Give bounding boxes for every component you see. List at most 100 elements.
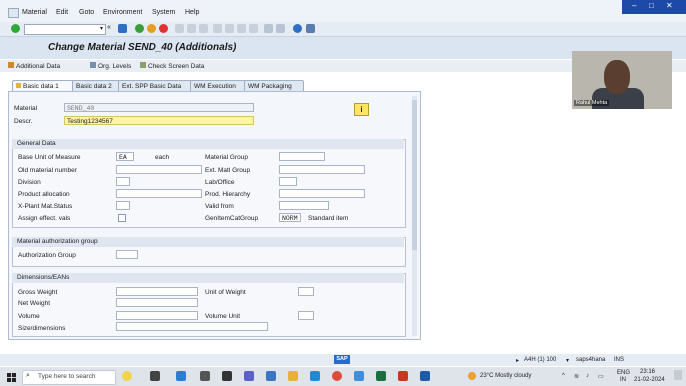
clock-time[interactable]: 23:16: [640, 369, 655, 375]
menu-material[interactable]: Material: [22, 9, 47, 16]
org-levels-icon: [90, 62, 96, 68]
product-allocation-input[interactable]: [116, 189, 202, 198]
ext-matl-group-input[interactable]: [279, 165, 365, 174]
help-icon[interactable]: [293, 24, 302, 33]
descr-label: Descr.: [14, 118, 33, 125]
tab-label: WM Execution: [194, 83, 236, 90]
lab-office-label: Lab/Office: [205, 179, 235, 186]
menu-edit[interactable]: Edit: [56, 9, 68, 16]
info-icon[interactable]: i: [354, 103, 369, 116]
save-icon[interactable]: [118, 24, 127, 33]
tab-status-icon: [16, 83, 21, 88]
exit-icon[interactable]: [147, 24, 156, 33]
app-icon-3[interactable]: [266, 371, 276, 381]
menu-goto[interactable]: Goto: [79, 9, 94, 16]
find-icon[interactable]: [187, 24, 196, 33]
base-uom-label: Base Unit of Measure: [18, 154, 81, 161]
gen-item-cat-input[interactable]: NORM: [279, 213, 301, 222]
volume-icon[interactable]: ♪: [586, 373, 589, 379]
scrollbar-thumb[interactable]: [412, 100, 417, 250]
check-screen-data-button[interactable]: Check Screen Data: [140, 62, 204, 70]
weather-text[interactable]: 23°C Mostly cloudy: [480, 373, 531, 379]
prod-hierarchy-input[interactable]: [279, 189, 365, 198]
status-dropdown-icon[interactable]: ▾: [566, 357, 569, 364]
auth-group-input[interactable]: [116, 250, 138, 259]
windows-start-icon[interactable]: [7, 373, 16, 382]
wifi-icon[interactable]: ≋: [574, 373, 579, 380]
valid-from-label: Valid from: [205, 203, 234, 210]
first-page-icon[interactable]: [213, 24, 222, 33]
unit-of-weight-input[interactable]: [298, 287, 314, 296]
sap-gui-icon[interactable]: [420, 371, 430, 381]
volume-input[interactable]: [116, 311, 198, 320]
gross-weight-label: Gross Weight: [18, 289, 58, 296]
cancel-icon[interactable]: [159, 24, 168, 33]
command-expand-icon[interactable]: «: [107, 24, 111, 31]
menu-system[interactable]: System: [152, 9, 175, 16]
lab-office-input[interactable]: [279, 177, 297, 186]
close-icon[interactable]: ✕: [666, 1, 673, 10]
gen-item-cat-label: GenItemCatGroup: [205, 215, 259, 222]
check-icon: [140, 62, 146, 68]
last-page-icon[interactable]: [249, 24, 258, 33]
org-levels-button[interactable]: Org. Levels: [90, 62, 131, 70]
excel-icon[interactable]: [376, 371, 386, 381]
widget-icon[interactable]: [122, 371, 132, 381]
material-field: SEND_40: [64, 103, 254, 112]
prod-hierarchy-label: Prod. Hierarchy: [205, 191, 251, 198]
division-input[interactable]: [116, 177, 130, 186]
window-controls: – □ ✕: [622, 0, 686, 14]
status-triangle-icon[interactable]: ▸: [516, 357, 519, 364]
print-icon[interactable]: [175, 24, 184, 33]
sap-menu-icon[interactable]: [8, 8, 19, 18]
description-input[interactable]: Testing1234567: [64, 116, 254, 125]
material-group-input[interactable]: [279, 152, 325, 161]
volume-unit-input[interactable]: [298, 311, 314, 320]
powerpoint-icon[interactable]: [398, 371, 408, 381]
clock-date[interactable]: 21-02-2024: [634, 377, 665, 383]
edge-icon[interactable]: [310, 371, 320, 381]
auth-group-label: Authorization Group: [18, 252, 76, 259]
menu-help[interactable]: Help: [185, 9, 199, 16]
general-data-title: General Data: [12, 139, 404, 149]
teams-icon[interactable]: [244, 371, 254, 381]
restore-icon[interactable]: □: [649, 1, 654, 10]
language-indicator[interactable]: ENG: [617, 370, 630, 376]
valid-from-input[interactable]: [279, 201, 329, 210]
org-levels-label: Org. Levels: [98, 63, 132, 70]
find-next-icon[interactable]: [199, 24, 208, 33]
xplant-status-input[interactable]: [116, 201, 130, 210]
task-view-icon[interactable]: [150, 371, 160, 381]
division-label: Division: [18, 179, 41, 186]
old-material-input[interactable]: [116, 165, 202, 174]
back-icon[interactable]: [135, 24, 144, 33]
shortcut-icon[interactable]: [276, 24, 285, 33]
menu-environment[interactable]: Environment: [103, 9, 142, 16]
file-explorer-icon[interactable]: [288, 371, 298, 381]
app-icon-4[interactable]: [354, 371, 364, 381]
battery-icon[interactable]: ▭: [598, 373, 604, 380]
chevron-down-icon[interactable]: ▾: [100, 25, 103, 32]
base-uom-input[interactable]: EA: [116, 152, 134, 161]
additional-data-button[interactable]: Additional Data: [8, 62, 60, 70]
status-system: A4H (1) 100: [524, 357, 557, 363]
next-page-icon[interactable]: [237, 24, 246, 33]
chrome-icon[interactable]: [332, 371, 342, 381]
app-icon-2[interactable]: [200, 371, 210, 381]
dell-icon[interactable]: [222, 371, 232, 381]
tray-chevron-icon[interactable]: ^: [562, 373, 565, 379]
new-session-icon[interactable]: [264, 24, 273, 33]
command-field[interactable]: ▾: [24, 24, 106, 35]
minimize-icon[interactable]: –: [632, 1, 636, 10]
size-dimensions-input[interactable]: [116, 322, 268, 331]
enter-icon[interactable]: [11, 24, 20, 33]
layout-icon[interactable]: [306, 24, 315, 33]
assign-effect-label: Assign effect. vals: [18, 215, 71, 222]
assign-effect-checkbox[interactable]: [118, 214, 126, 222]
notification-icon[interactable]: [674, 370, 682, 380]
previous-page-icon[interactable]: [225, 24, 234, 33]
gross-weight-input[interactable]: [116, 287, 198, 296]
unit-of-weight-label: Unit of Weight: [205, 289, 246, 296]
net-weight-input[interactable]: [116, 298, 198, 307]
app-icon-1[interactable]: [176, 371, 186, 381]
